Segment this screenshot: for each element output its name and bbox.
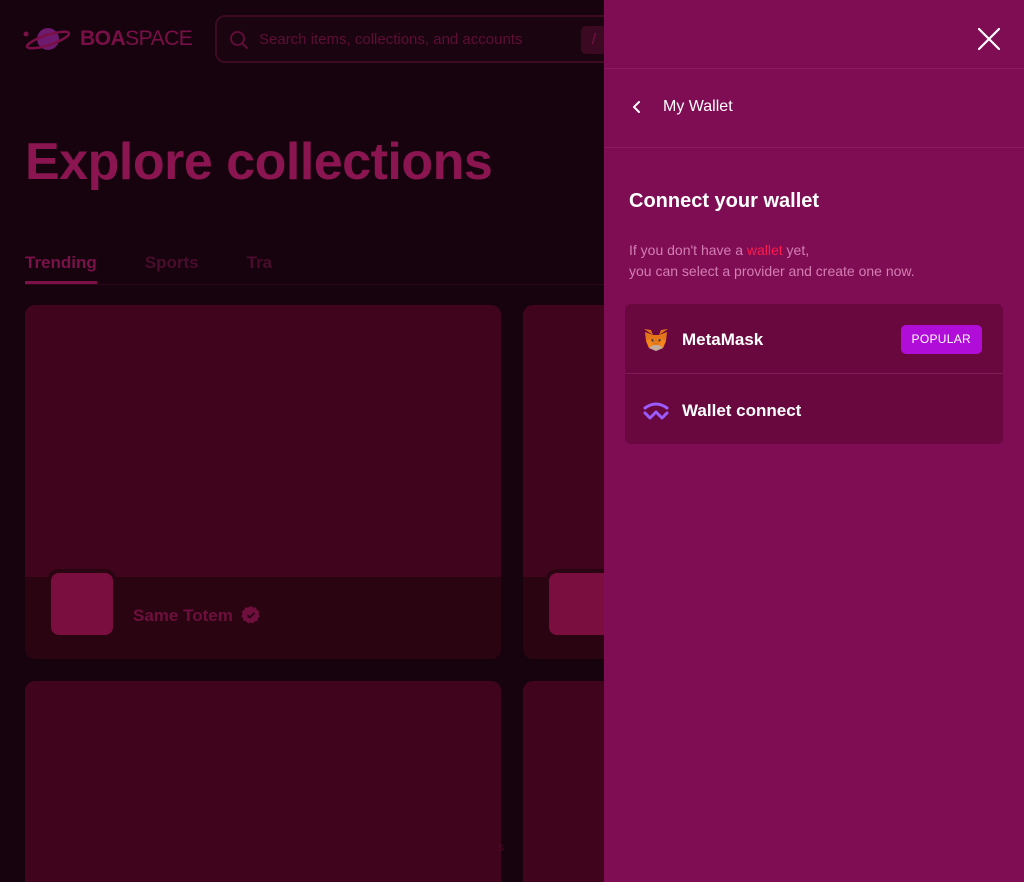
collection-banner	[25, 305, 501, 577]
walletconnect-icon	[643, 402, 669, 420]
walletconnect-option[interactable]: Wallet connect	[625, 375, 1003, 444]
wallet-provider-list: MetaMask POPULAR Wallet connect	[625, 304, 1003, 444]
tab-tra[interactable]: Tra	[247, 253, 273, 273]
metamask-option[interactable]: MetaMask POPULAR	[625, 304, 1003, 374]
planet-logo-icon	[23, 28, 71, 50]
boaspace-logo[interactable]: BOASPACE	[22, 22, 193, 56]
wallet-link[interactable]: wallet	[747, 242, 783, 258]
collection-name: Same Totem	[133, 606, 233, 625]
wallet-drawer: My Wallet Connect your wallet If you don…	[604, 0, 1024, 882]
metamask-fox-icon	[644, 329, 668, 351]
search-icon	[230, 31, 248, 49]
category-tabs: Trending Sports Tra	[25, 253, 273, 284]
tab-sports[interactable]: Sports	[145, 253, 199, 273]
tab-trending[interactable]: Trending	[25, 253, 97, 284]
chevron-left-icon[interactable]	[630, 99, 644, 115]
page-title: Explore collections	[25, 133, 493, 191]
wallet-label: Wallet connect	[682, 401, 802, 420]
collection-banner	[25, 681, 501, 882]
tabs-divider	[25, 284, 605, 285]
drawer-title: My Wallet	[663, 98, 733, 115]
collection-avatar	[47, 569, 117, 639]
close-icon[interactable]	[976, 26, 1002, 52]
collection-card[interactable]	[25, 681, 501, 882]
search-bar[interactable]: Search items, collections, and accounts …	[215, 15, 635, 63]
logo-text: BOASPACE	[80, 27, 193, 50]
connect-wallet-heading: Connect your wallet	[629, 190, 820, 212]
collection-card[interactable]: Same Totem	[25, 305, 501, 659]
wallet-label: MetaMask	[682, 330, 764, 349]
footer-fragment: s	[498, 840, 504, 854]
search-placeholder: Search items, collections, and accounts	[259, 31, 523, 48]
drawer-header: My Wallet	[604, 68, 1024, 148]
connect-wallet-description: If you don't have a wallet yet, you can …	[629, 242, 915, 279]
verified-badge-icon	[241, 606, 260, 624]
popular-badge: POPULAR	[900, 325, 982, 354]
